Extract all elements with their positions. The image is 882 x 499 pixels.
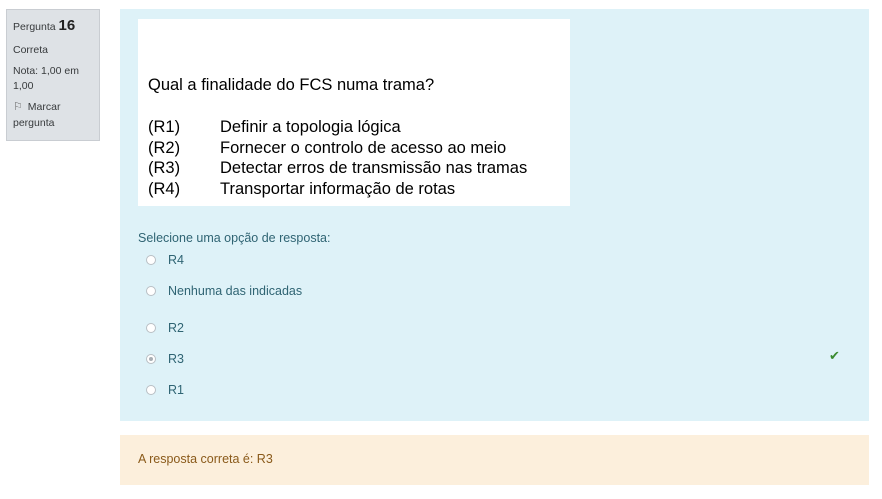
checkmark-icon: ✔ [829, 348, 840, 363]
answer-option-r3[interactable]: R3 [146, 352, 184, 366]
answer-option-nenhuma[interactable]: Nenhuma das indicadas [146, 284, 302, 298]
question-option-code: (R1) [148, 118, 181, 136]
radio-button-selected[interactable] [146, 354, 156, 364]
radio-button[interactable] [146, 385, 156, 395]
question-number: Pergunta 16 [13, 15, 93, 37]
quiz-page: Pergunta 16 Correta Nota: 1,00 em 1,00 ⚐… [0, 0, 882, 499]
radio-button[interactable] [146, 323, 156, 333]
question-option-text: Transportar informação de rotas [220, 179, 456, 198]
answer-label: Nenhuma das indicadas [168, 284, 303, 298]
question-option-text: Definir a topologia lógica [220, 118, 401, 136]
question-label: Pergunta [13, 21, 56, 33]
question-option-code: (R3) [148, 159, 181, 177]
right-answer-text: A resposta correta é: R3 [138, 452, 273, 466]
question-content: Qual a finalidade do FCS numa trama? (R1… [120, 9, 869, 421]
question-grade: Nota: 1,00 em 1,00 [13, 64, 79, 93]
question-option: (R3) Detectar erros de transmissão nas t… [148, 158, 527, 179]
answer-option-r1[interactable]: R1 [146, 383, 184, 397]
flag-icon: ⚐ [13, 101, 23, 114]
answer-label: R1 [168, 383, 184, 397]
question-option: (R2) Fornecer o controlo de acesso ao me… [148, 138, 527, 159]
answer-label: R4 [168, 253, 184, 267]
question-image: Qual a finalidade do FCS numa trama? (R1… [138, 19, 570, 206]
question-number-value: 16 [58, 17, 76, 34]
answer-label: R3 [168, 352, 184, 366]
question-info: Pergunta 16 Correta Nota: 1,00 em 1,00 ⚐… [6, 9, 100, 141]
question-option-code: (R4) [148, 179, 181, 198]
answer-option-r2[interactable]: R2 [146, 321, 184, 335]
question-option: (R1) Definir a topologia lógica [148, 117, 527, 138]
answer-label: R2 [168, 321, 184, 335]
answer-prompt: Selecione uma opção de resposta: [138, 231, 331, 245]
question-option-text: Detectar erros de transmissão nas tramas [220, 159, 528, 177]
question-state: Correta [13, 43, 49, 56]
question-option-text: Fornecer o controlo de acesso ao meio [220, 138, 507, 157]
answer-option-r4[interactable]: R4 [146, 253, 184, 267]
question-text: Qual a finalidade do FCS numa trama? [148, 76, 435, 94]
question-option-list: (R1) Definir a topologia lógica (R2) For… [148, 117, 527, 199]
radio-button[interactable] [146, 255, 156, 265]
radio-button[interactable] [146, 286, 156, 296]
feedback-box: A resposta correta é: R3 [120, 435, 869, 485]
question-option: (R4) Transportar informação de rotas [148, 179, 527, 200]
flag-question-link[interactable]: ⚐ Marcar pergunta [13, 100, 93, 131]
question-option-code: (R2) [148, 138, 181, 157]
